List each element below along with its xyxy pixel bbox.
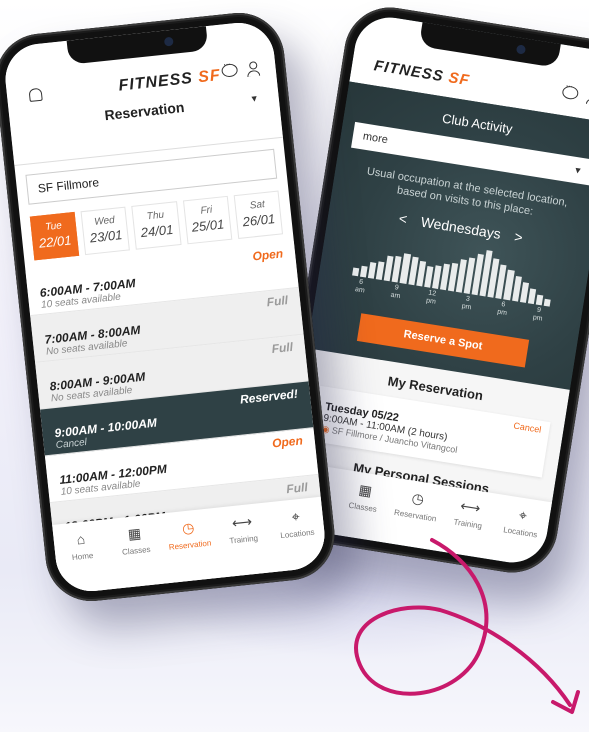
page-title: Reservation xyxy=(103,98,186,124)
tab-label: Locations xyxy=(279,527,315,541)
day-option[interactable]: Sat 26/01 xyxy=(233,190,284,239)
chart-tick-label: 9 am xyxy=(390,284,401,301)
tab-training[interactable]: ⟷ Training xyxy=(216,511,269,547)
slot-status: Full xyxy=(285,480,309,497)
arrow-head xyxy=(551,690,580,714)
calendar-icon: ▦ xyxy=(357,480,374,499)
phone-screen: FITNESS SF Reservation ▼ SF Fillmore Tue… xyxy=(1,19,329,595)
phone-reservation: FITNESS SF Reservation ▼ SF Fillmore Tue… xyxy=(0,8,339,606)
chart-bar xyxy=(535,294,544,306)
tab-label: Locations xyxy=(502,525,538,540)
day-option[interactable]: Wed 23/01 xyxy=(80,206,131,256)
dumbbell-icon: ⟷ xyxy=(459,496,482,516)
header-icons xyxy=(220,61,258,78)
tab-classes[interactable]: ▦ Classes xyxy=(337,477,391,515)
chart-tick-label: 3 pm xyxy=(461,295,472,312)
chevron-down-icon: ▼ xyxy=(572,164,584,177)
chat-icon[interactable] xyxy=(220,63,239,78)
chevron-right-icon[interactable]: > xyxy=(513,228,524,245)
tab-label: Reservation xyxy=(393,507,438,524)
tab-classes[interactable]: ▦ Classes xyxy=(109,522,162,558)
clock-icon: ◷ xyxy=(181,518,196,536)
calendar-icon: ▦ xyxy=(127,524,142,542)
day-date: 25/01 xyxy=(190,216,225,235)
tab-label: Training xyxy=(452,517,483,531)
chevron-left-icon[interactable]: < xyxy=(398,210,409,227)
brand-logo: FITNESS SF xyxy=(117,66,222,95)
chart-tick-label: 6 am xyxy=(354,278,366,295)
chart-bar xyxy=(352,267,360,277)
day-date: 24/01 xyxy=(140,221,174,241)
home-icon: ⌂ xyxy=(75,530,86,548)
day-date: 23/01 xyxy=(89,227,124,246)
chart-tick-label: 6 pm xyxy=(496,301,508,317)
tab-home[interactable]: ⌂ Home xyxy=(55,528,108,564)
tab-reservation[interactable]: ◷ Reservation xyxy=(390,486,444,524)
brand-logo: FITNESS SF xyxy=(372,57,471,90)
club-activity-panel: Club Activity more ▼ Usual occupation at … xyxy=(307,81,589,390)
tab-label: Classes xyxy=(121,544,151,557)
chart-bar xyxy=(360,265,368,278)
day-option[interactable]: Tue 22/01 xyxy=(29,211,80,261)
location-pin-icon: ⌖ xyxy=(290,507,301,525)
tab-label: Classes xyxy=(347,500,378,515)
clock-icon: ◷ xyxy=(410,489,426,507)
day-option[interactable]: Fri 25/01 xyxy=(182,195,233,245)
tab-label: Reservation xyxy=(168,538,212,552)
chart-tick-label: 12 pm xyxy=(425,289,437,306)
chat-icon[interactable] xyxy=(561,85,580,101)
chart-bar xyxy=(543,299,551,307)
tab-training[interactable]: ⟷ Training xyxy=(442,494,496,532)
tab-label: Training xyxy=(229,533,259,546)
day-label: Wednesdays xyxy=(419,213,502,242)
chevron-down-icon[interactable]: ▼ xyxy=(249,93,259,104)
dumbbell-icon: ⟷ xyxy=(231,512,253,531)
chart-tick-label: 9 pm xyxy=(532,306,543,323)
slot-status: Full xyxy=(270,339,294,357)
chart-bar xyxy=(527,288,536,305)
day-option[interactable]: Thu 24/01 xyxy=(131,201,182,250)
tab-reservation[interactable]: ◷ Reservation xyxy=(162,516,215,552)
user-icon[interactable] xyxy=(247,61,258,75)
header-icons xyxy=(561,85,589,103)
tab-locations[interactable]: ⌖ Locations xyxy=(270,505,323,541)
day-date: 26/01 xyxy=(241,211,276,230)
day-date: 22/01 xyxy=(38,232,73,251)
tab-locations[interactable]: ⌖ Locations xyxy=(495,502,549,540)
tab-label: Home xyxy=(71,550,94,563)
location-pin-icon: ⌖ xyxy=(517,506,529,524)
bell-icon[interactable] xyxy=(28,87,43,103)
slot-status: Full xyxy=(266,293,289,310)
